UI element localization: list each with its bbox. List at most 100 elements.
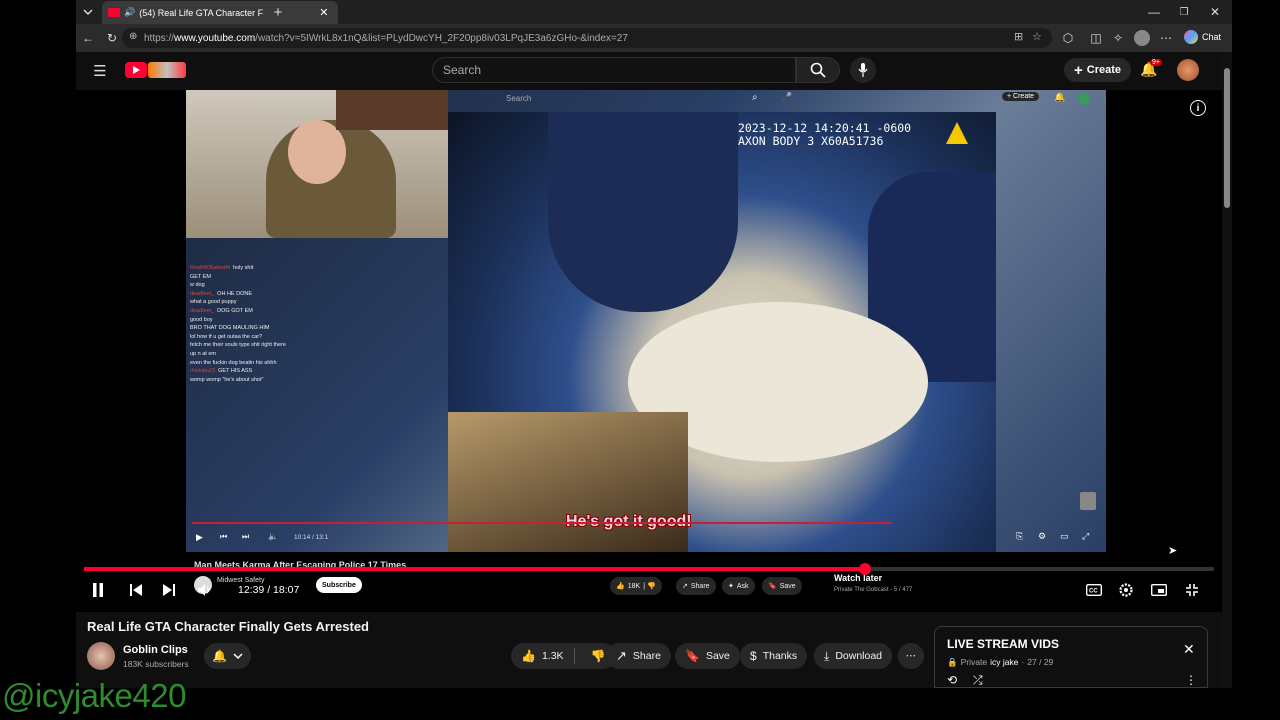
chat-text: holy shit	[233, 265, 254, 271]
playlist-panel: LIVE STREAM VIDS 🔒 Private icy jake · 27…	[934, 626, 1208, 688]
playlist-title[interactable]: LIVE STREAM VIDS	[947, 637, 1059, 651]
video-player[interactable]: Search ⌕ 🎤 + Create 🔔 2023-12-12 14:20:4…	[76, 90, 1222, 612]
pause-button[interactable]	[90, 582, 106, 598]
close-window-icon[interactable]: ✕	[1207, 4, 1223, 20]
chat-text: OH HE DONE	[217, 290, 253, 297]
next-button[interactable]	[161, 582, 177, 598]
fullscreen-exit-button[interactable]	[1182, 580, 1202, 600]
notification-badge: 9+	[1150, 59, 1162, 66]
browser-tab-active[interactable]: 🔊 (54) Real Life GTA Character F ✕	[102, 1, 338, 24]
bookmark-icon: 🔖	[685, 649, 700, 663]
miniplayer-button[interactable]	[1149, 580, 1169, 600]
restore-icon[interactable]: ❐	[1176, 4, 1192, 20]
search-input[interactable]: Search	[432, 57, 796, 83]
officer-shoulder	[548, 112, 738, 312]
chat-message: good boy	[190, 316, 350, 325]
inner-time: 10:14 / 13:1	[294, 534, 329, 541]
chat-text: womp womp "he's about shot"	[190, 376, 264, 383]
scrollbar-thumb[interactable]	[1224, 68, 1230, 208]
video-title: Real Life GTA Character Finally Gets Arr…	[87, 619, 369, 634]
create-button[interactable]: + Create	[1064, 58, 1132, 82]
channel-name[interactable]: Goblin Clips	[123, 644, 188, 656]
speaker-icon[interactable]: 🔊	[124, 7, 135, 18]
inner-avatar	[1078, 93, 1090, 105]
chat-text: BRO THAT DOG MAULING HIM	[190, 325, 270, 332]
video-frame[interactable]: Search ⌕ 🎤 + Create 🔔 2023-12-12 14:20:4…	[186, 90, 1106, 552]
refresh-icon[interactable]: ↻	[104, 30, 120, 46]
chat-username: rhisklen23	[190, 368, 216, 375]
collections-icon[interactable]: ✧	[1110, 30, 1126, 46]
youtube-logo[interactable]	[125, 62, 147, 78]
tab-close-icon[interactable]: ✕	[319, 6, 328, 19]
site-info-icon[interactable]: ⊕	[129, 31, 137, 42]
copilot-chat-button[interactable]: Chat	[1184, 30, 1221, 44]
tab-menu-chevron-icon[interactable]	[80, 4, 96, 20]
shuffle-icon[interactable]: ⤮	[973, 673, 983, 688]
channel-avatar[interactable]	[87, 642, 115, 670]
thanks-label: Thanks	[762, 650, 798, 662]
hamburger-menu-icon[interactable]: ☰	[92, 63, 108, 80]
loop-icon[interactable]: ⟲	[947, 673, 957, 687]
voice-search-button[interactable]	[850, 57, 876, 83]
share-button[interactable]: ↗ Share	[606, 643, 671, 669]
chat-username: deadleet_	[190, 290, 215, 297]
volume-button[interactable]	[196, 582, 212, 598]
search-button[interactable]	[796, 57, 840, 83]
progress-scrubber[interactable]	[858, 563, 871, 575]
settings-button[interactable]	[1116, 580, 1136, 600]
info-icon[interactable]: i	[1190, 100, 1206, 116]
back-icon[interactable]: ←	[80, 30, 96, 46]
new-tab-icon[interactable]: +	[270, 4, 286, 21]
previous-button[interactable]	[128, 582, 144, 598]
svg-text:CC: CC	[1089, 589, 1098, 595]
page-scrollbar[interactable]	[1222, 52, 1232, 688]
chat-message: womp womp "he's about shot"	[190, 376, 350, 385]
chat-message: RealMKBakedAl holy shit	[190, 264, 350, 273]
split-screen-icon[interactable]: ◫	[1088, 30, 1104, 46]
share-label: Share	[632, 650, 661, 662]
extension-icon[interactable]: ⬡	[1060, 30, 1076, 46]
captions-button[interactable]: CC	[1084, 580, 1104, 600]
reader-icon[interactable]: ⊞	[1014, 30, 1023, 43]
more-menu-icon[interactable]: ⋯	[1158, 30, 1174, 46]
like-button[interactable]: 👍 1.3K 👎	[511, 643, 616, 669]
download-icon: ⤓	[824, 648, 830, 663]
account-avatar[interactable]	[1177, 59, 1199, 81]
webcam-overlay	[186, 90, 448, 238]
profile-avatar-icon[interactable]	[1134, 30, 1150, 46]
download-button[interactable]: ⤓ Download	[814, 643, 893, 669]
playlist-close-icon[interactable]: ✕	[1183, 641, 1195, 658]
chat-message: deadleet_ OH HE DONE	[190, 290, 350, 299]
inner-like-count: 18K	[627, 582, 641, 590]
save-button[interactable]: 🔖 Save	[675, 643, 740, 669]
more-actions-button[interactable]: ⋯	[898, 643, 924, 669]
search-icon	[810, 62, 826, 78]
playlist-privacy: Private	[960, 657, 988, 667]
url-prefix: https://	[144, 32, 175, 44]
url-field[interactable]: ⊕ https://www.youtube.com/watch?v=5IWrkL…	[122, 28, 1052, 48]
minimize-icon[interactable]: —	[1146, 4, 1162, 20]
progress-bar[interactable]	[84, 563, 1214, 575]
address-bar-row: ← ↻ ⊕ https://www.youtube.com/watch?v=5I…	[76, 24, 1232, 52]
inner-volume-icon: 🔈	[268, 532, 278, 541]
thanks-button[interactable]: $ Thanks	[740, 643, 808, 669]
inner-like-button: 👍 18K | 👎	[610, 577, 662, 595]
subscription-bell-button[interactable]: 🔔	[204, 643, 251, 669]
chat-message: even the fuckin dog beatin his ahhh	[190, 359, 350, 368]
chat-message: GET EM	[190, 273, 350, 282]
playlist-more-icon[interactable]: ⋮	[1185, 673, 1197, 687]
doodle-logo-icon[interactable]	[148, 62, 186, 78]
chat-message: what a good puppy	[190, 298, 350, 307]
chat-message: deadleet_ DOG GOT EM	[190, 307, 350, 316]
streamer-watermark: @icyjake420	[2, 677, 186, 714]
inner-bell-icon: 🔔	[1054, 92, 1066, 102]
channel-watermark-icon	[1080, 492, 1096, 510]
inner-create-button: + Create	[1002, 92, 1040, 101]
youtube-header: ☰ Search + Create 🔔 9+	[76, 52, 1222, 90]
tab-title: (54) Real Life GTA Character F	[139, 7, 264, 18]
playlist-position: 27 / 29	[1027, 657, 1054, 667]
thumbs-up-icon: 👍	[521, 649, 536, 663]
inner-save-button: 🔖 Save	[762, 577, 802, 595]
captions-icon: CC	[1086, 584, 1102, 596]
favorite-star-icon[interactable]: ☆	[1032, 30, 1042, 43]
